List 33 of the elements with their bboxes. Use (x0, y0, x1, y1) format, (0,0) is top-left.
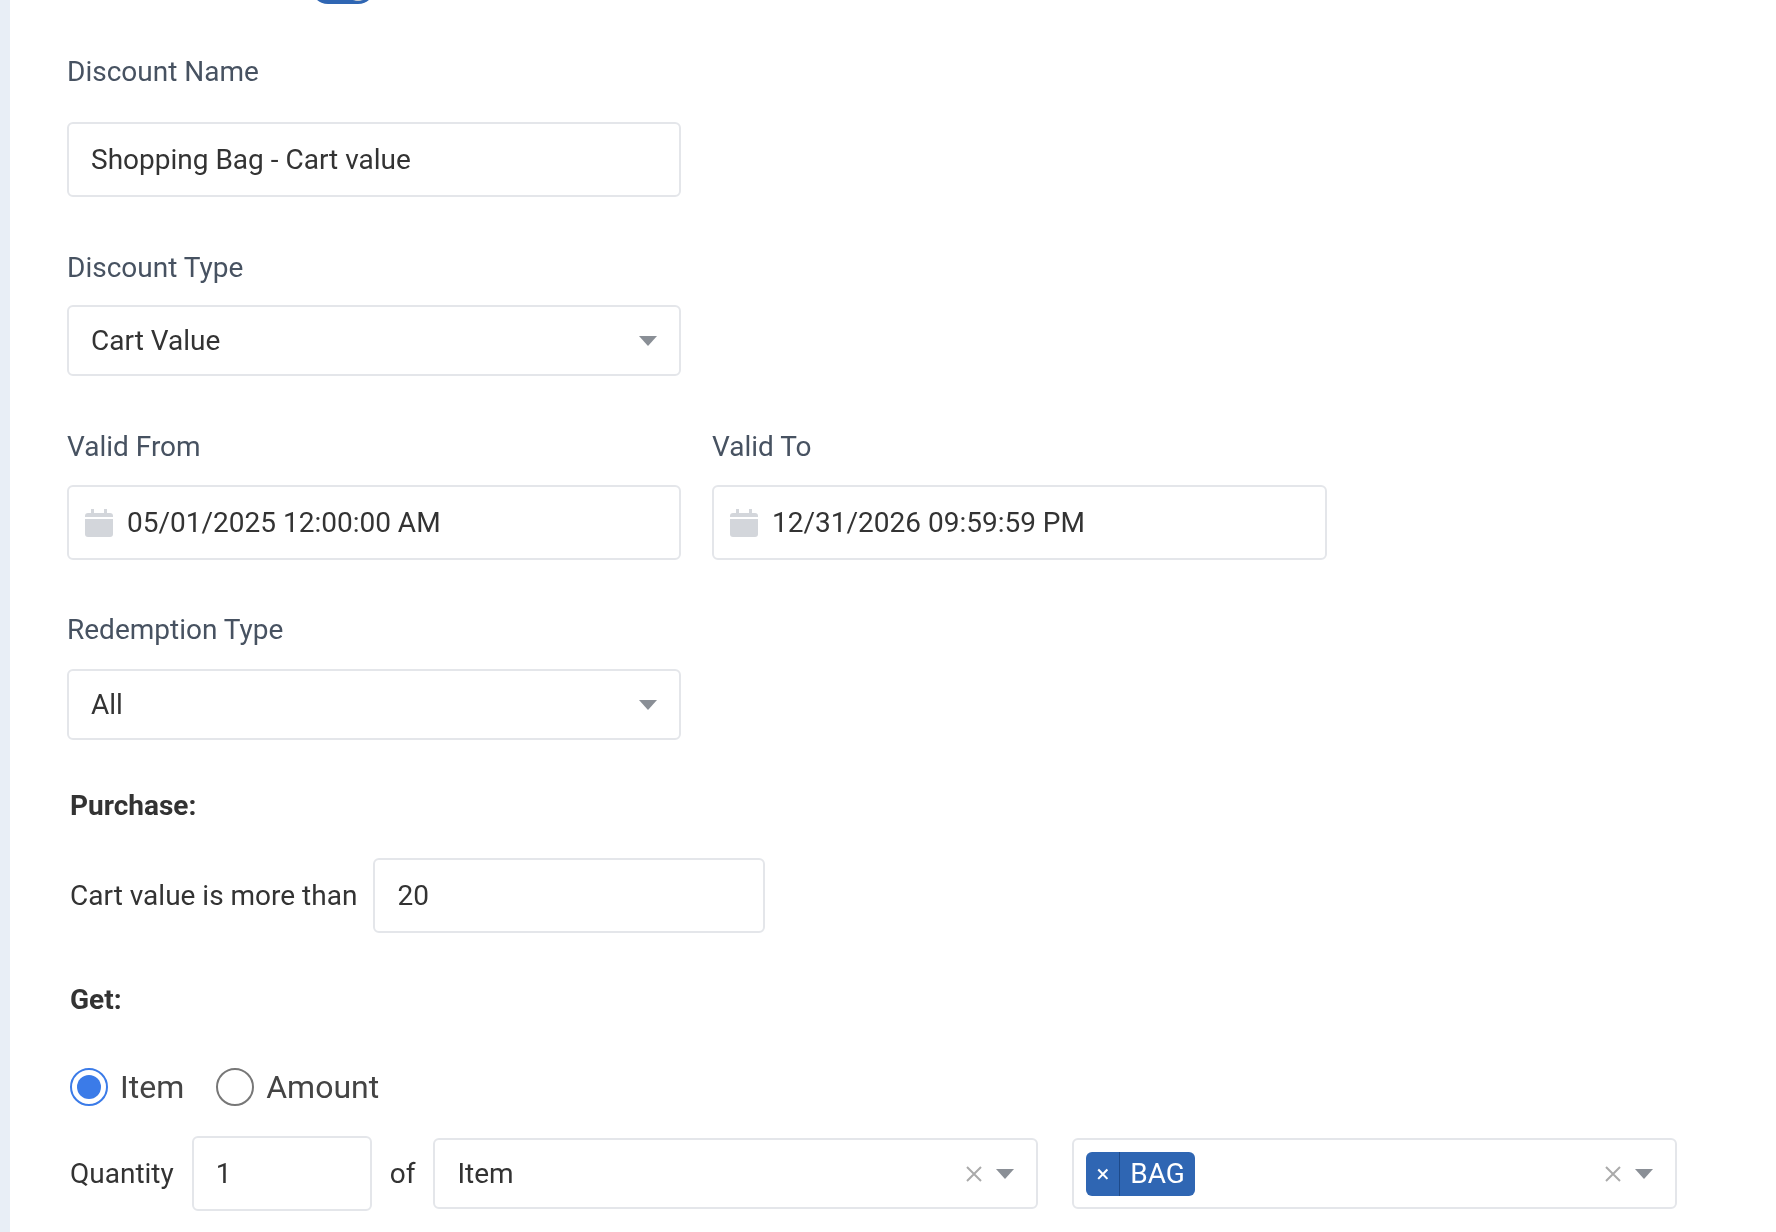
caret-icon (639, 335, 657, 346)
quantity-field[interactable]: 1 (191, 1136, 372, 1211)
radio-button[interactable] (216, 1068, 255, 1106)
clear-icon[interactable] (966, 1165, 983, 1182)
date-field[interactable]: 05/01/2025 12:00:00 AM (67, 485, 681, 560)
condition-label: Cart value is more than (70, 879, 358, 912)
field-label: Valid From (67, 432, 202, 462)
date-field[interactable]: 12/31/2026 09:59:59 PM (712, 485, 1327, 560)
remove-tag-button[interactable]: × (1086, 1151, 1121, 1196)
caret-icon (996, 1168, 1015, 1179)
radio-label: Item (120, 1068, 185, 1106)
item-tags-select[interactable]: × BAG (1072, 1138, 1678, 1209)
field-label: Valid To (712, 432, 813, 462)
radio-label: Amount (266, 1068, 380, 1106)
field-label: Redemption Type (67, 615, 285, 645)
caret-icon (639, 699, 657, 710)
redemption-type-select[interactable]: All (67, 669, 681, 740)
tag-label: BAG (1129, 1156, 1186, 1192)
clear-icon[interactable] (1605, 1165, 1622, 1182)
radio-button[interactable] (70, 1068, 108, 1106)
discount-name-field[interactable]: Shopping Bag - Cart value (67, 122, 681, 197)
cart-value-field[interactable]: 20 (373, 858, 766, 933)
calendar-icon (85, 508, 113, 537)
quantity-label: Quantity (70, 1157, 174, 1190)
section-heading: Purchase: (70, 789, 198, 822)
discount-type-select[interactable]: Cart Value (67, 305, 681, 376)
calendar-icon (730, 508, 758, 537)
caret-icon (1635, 1168, 1654, 1179)
section-heading: Get: (70, 983, 123, 1016)
field-label: Discount Name (67, 57, 260, 87)
of-label: of (389, 1157, 416, 1190)
item-type-select[interactable]: Item (433, 1138, 1039, 1209)
field-label: Discount Type (67, 253, 245, 283)
